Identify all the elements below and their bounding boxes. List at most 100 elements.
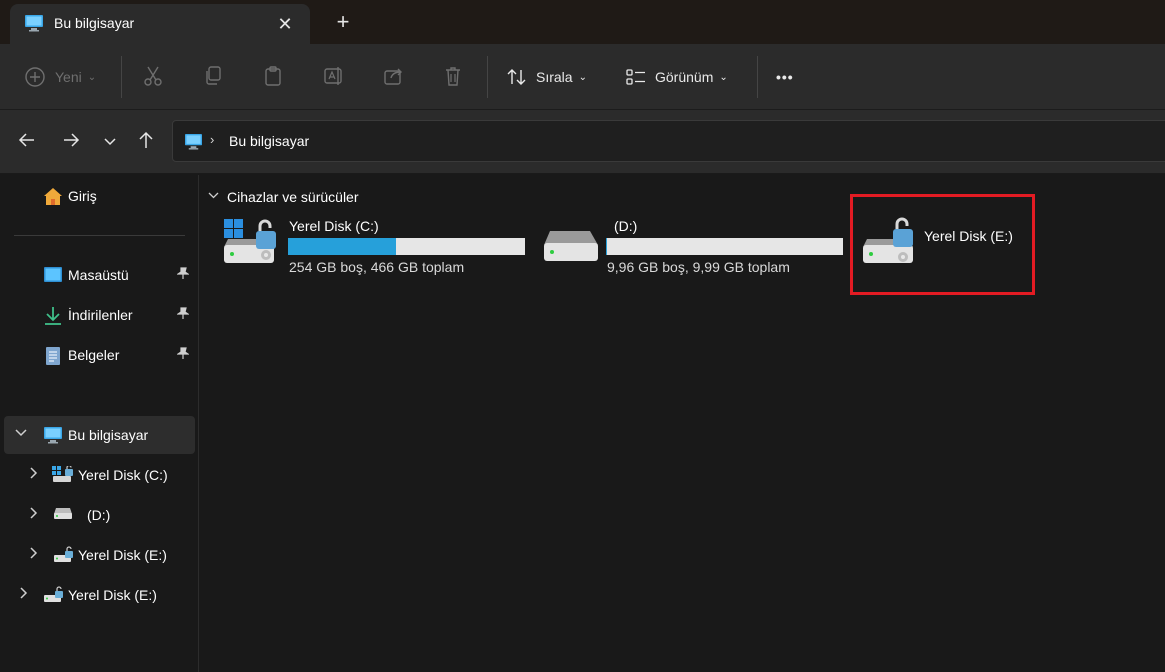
sidebar-item-home[interactable]: Giriş <box>0 177 195 215</box>
arrow-left-icon <box>17 130 37 156</box>
toolbar-divider <box>121 56 122 98</box>
sidebar-item-drive-c[interactable]: Yerel Disk (C:) <box>0 456 195 494</box>
unlocked-drive-icon <box>53 546 75 567</box>
chevron-down-icon <box>208 190 219 204</box>
clipboard-icon <box>263 65 283 90</box>
chevron-right-icon[interactable] <box>27 506 39 523</box>
home-icon <box>43 187 63 209</box>
navigation-pane: Giriş Masaüstü İndirilenler Belgeler Bu … <box>0 175 199 672</box>
scissors-icon <box>143 65 163 90</box>
group-title: Cihazlar ve sürücüler <box>227 189 359 205</box>
sidebar-divider <box>14 235 185 236</box>
command-bar: Yeni ⌄ Sırala ⌄ Görünüm ⌄ ••• <box>0 44 1165 110</box>
address-bar[interactable]: › Bu bilgisayar <box>172 120 1165 162</box>
breadcrumb-separator[interactable]: › <box>210 132 214 147</box>
document-icon <box>45 346 61 369</box>
chevron-down-icon[interactable] <box>14 426 28 443</box>
chevron-down-icon: ⌄ <box>87 71 97 83</box>
new-label: Yeni <box>55 69 82 85</box>
windows-unlocked-drive-icon <box>222 217 282 274</box>
drive-icon <box>542 229 600 270</box>
windows-drive-icon <box>52 464 74 487</box>
monitor-icon <box>184 133 203 155</box>
new-tab-button[interactable]: + <box>330 8 356 36</box>
chevron-down-icon: ⌄ <box>578 71 587 83</box>
up-button[interactable] <box>133 130 159 156</box>
chevron-right-icon[interactable] <box>27 466 39 483</box>
drive-tile-d[interactable]: (D:) 9,96 GB boş, 9,99 GB toplam <box>542 215 852 285</box>
sidebar-item-label: Giriş <box>68 188 97 204</box>
sidebar-item-drive-d[interactable]: (D:) <box>0 496 195 534</box>
sidebar-item-label: Yerel Disk (E:) <box>68 587 157 603</box>
recent-locations-button[interactable] <box>97 130 123 156</box>
share-button[interactable] <box>383 60 405 94</box>
sidebar-item-drive-e-root[interactable]: Yerel Disk (E:) <box>0 576 195 614</box>
sidebar-item-label: Belgeler <box>68 347 120 363</box>
more-icon: ••• <box>776 69 794 85</box>
sidebar-item-drive-e[interactable]: Yerel Disk (E:) <box>0 536 195 574</box>
desktop-icon <box>43 266 63 287</box>
drive-tile-c[interactable]: Yerel Disk (C:) 254 GB boş, 466 GB topla… <box>222 215 532 285</box>
drive-usage-fill <box>606 238 607 255</box>
sidebar-item-label: Yerel Disk (C:) <box>78 467 168 483</box>
drive-space-info: 254 GB boş, 466 GB toplam <box>289 259 465 275</box>
pin-icon[interactable] <box>176 267 190 283</box>
navigation-bar: › Bu bilgisayar <box>0 110 1165 174</box>
pin-icon[interactable] <box>176 307 190 323</box>
sidebar-item-desktop[interactable]: Masaüstü <box>0 256 195 294</box>
more-options-button[interactable]: ••• <box>776 60 794 94</box>
drive-usage-fill <box>288 238 396 255</box>
copy-button[interactable] <box>203 60 223 94</box>
close-tab-button[interactable]: ✕ <box>272 11 298 37</box>
paste-button[interactable] <box>263 60 283 94</box>
group-header-devices[interactable]: Cihazlar ve sürücüler <box>208 189 359 205</box>
pin-icon[interactable] <box>176 347 190 363</box>
breadcrumb-this-pc[interactable]: Bu bilgisayar <box>229 133 309 149</box>
sidebar-item-downloads[interactable]: İndirilenler <box>0 296 195 334</box>
back-button[interactable] <box>14 130 40 156</box>
monitor-icon <box>24 14 44 37</box>
download-arrow-icon <box>44 306 62 329</box>
forward-button[interactable] <box>58 130 84 156</box>
monitor-icon <box>43 426 63 447</box>
sort-arrows-icon <box>506 66 528 88</box>
toolbar-divider <box>757 56 758 98</box>
drive-name: Yerel Disk (C:) <box>289 218 379 234</box>
drive-usage-bar <box>606 238 843 255</box>
trash-icon <box>443 65 463 90</box>
arrow-up-icon <box>136 130 156 156</box>
view-list-icon <box>625 66 647 88</box>
view-label: Görünüm <box>655 69 714 85</box>
chevron-right-icon[interactable] <box>27 546 39 563</box>
cut-button[interactable] <box>143 60 163 94</box>
chevron-down-icon <box>102 132 118 155</box>
new-button[interactable]: Yeni ⌄ <box>24 60 96 94</box>
content-pane: Cihazlar ve sürücüler Yerel Disk (C:) 25… <box>200 175 1165 672</box>
sidebar-item-documents[interactable]: Belgeler <box>0 336 195 374</box>
sidebar-item-this-pc[interactable]: Bu bilgisayar <box>4 416 195 454</box>
delete-button[interactable] <box>443 60 463 94</box>
copy-icon <box>203 65 223 90</box>
sort-button[interactable]: Sırala ⌄ <box>506 60 587 94</box>
plus-circle-icon <box>24 66 46 88</box>
share-icon <box>383 65 405 90</box>
unlocked-drive-icon <box>43 586 65 607</box>
rename-button[interactable] <box>323 60 345 94</box>
tab-title: Bu bilgisayar <box>54 15 135 31</box>
tab-this-pc[interactable]: Bu bilgisayar ✕ <box>10 4 310 44</box>
chevron-right-icon[interactable] <box>17 586 29 603</box>
drive-space-info: 9,96 GB boş, 9,99 GB toplam <box>607 259 790 275</box>
sidebar-item-label: Yerel Disk (E:) <box>78 547 167 563</box>
rename-icon <box>323 65 345 90</box>
chevron-down-icon: ⌄ <box>719 71 728 83</box>
drive-usage-bar <box>288 238 525 255</box>
sidebar-item-label: İndirilenler <box>68 307 133 323</box>
sidebar-item-label: Masaüstü <box>68 267 129 283</box>
highlight-box <box>850 194 1035 295</box>
sidebar-item-label: Bu bilgisayar <box>68 427 149 443</box>
toolbar-divider <box>487 56 488 98</box>
sort-label: Sırala <box>536 69 573 85</box>
view-button[interactable]: Görünüm ⌄ <box>625 60 728 94</box>
drive-icon <box>53 506 73 523</box>
title-bar: Bu bilgisayar ✕ + <box>0 0 1165 44</box>
